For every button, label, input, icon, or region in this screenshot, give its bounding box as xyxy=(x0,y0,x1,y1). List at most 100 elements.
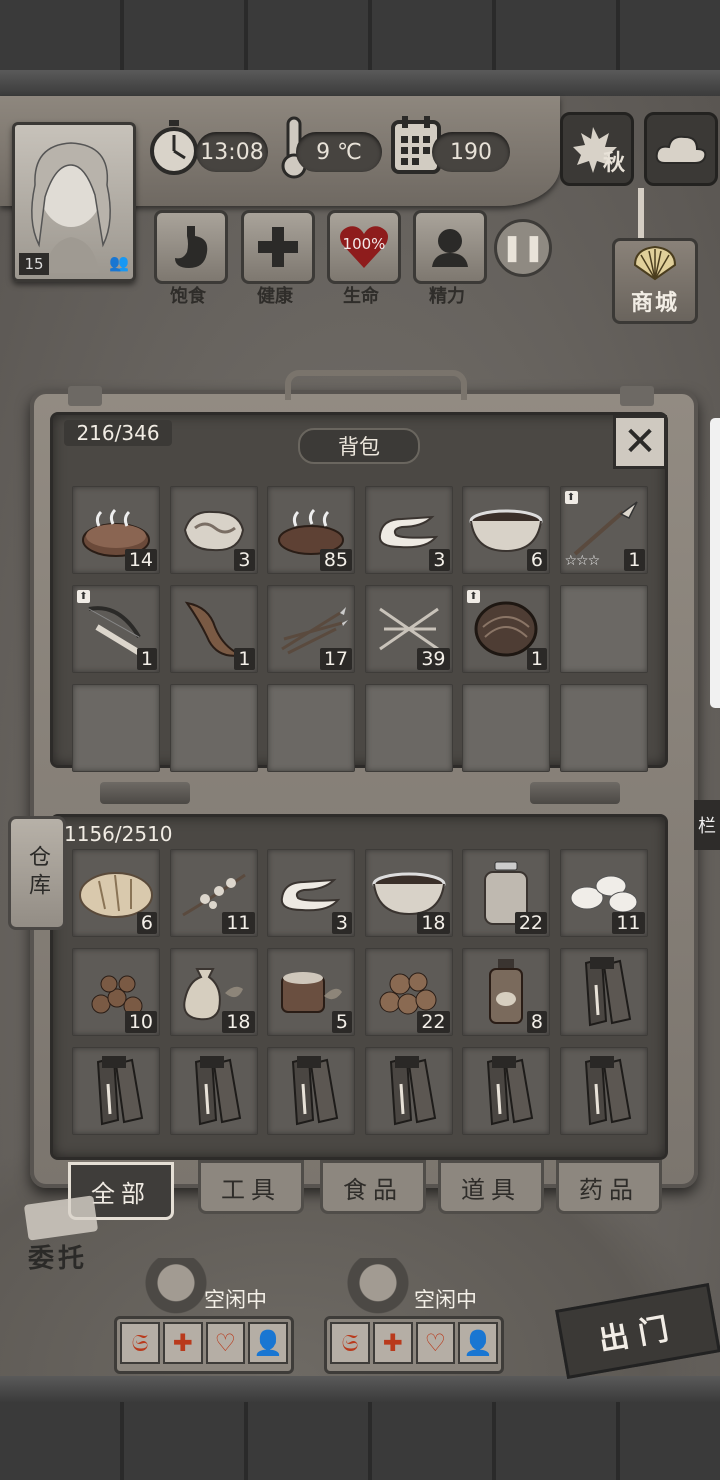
item-quantity: 11 xyxy=(612,912,645,934)
life-button[interactable]: 100% xyxy=(327,210,401,284)
health-label: 健康 xyxy=(257,286,293,307)
item-quantity: 17 xyxy=(319,648,352,670)
season-label: 秋 xyxy=(602,151,625,176)
backpack-slot[interactable]: 85 xyxy=(267,486,355,574)
commission-label[interactable]: 委托 xyxy=(28,1238,88,1275)
item-quantity: 18 xyxy=(222,1011,255,1033)
storage-tab-label: 仓库 xyxy=(25,845,50,901)
backpack-slot[interactable]: 3 xyxy=(169,486,258,574)
item-quantity: 3 xyxy=(429,549,450,571)
survivor-1-stats[interactable]: 𝔖 ✚ ♡ 👤 xyxy=(114,1316,294,1374)
backpack-capacity: 216/346 xyxy=(64,420,172,446)
storage-slot[interactable] xyxy=(72,1047,160,1135)
top-wood-frame xyxy=(0,0,720,72)
health-button[interactable] xyxy=(241,210,315,284)
storage-slot[interactable]: 5 xyxy=(267,948,355,1036)
storage-slot[interactable] xyxy=(462,1047,550,1135)
upgrade-arrow-icon: ⬆ xyxy=(467,590,480,603)
storage-slot[interactable] xyxy=(267,1047,355,1135)
storage-slot[interactable]: 11 xyxy=(169,849,258,937)
category-tab[interactable]: 道具 xyxy=(438,1160,544,1214)
season-button[interactable]: 秋 xyxy=(560,112,634,186)
shop-button[interactable]: 商城 xyxy=(612,238,698,324)
item-quantity: 22 xyxy=(514,912,547,934)
upgrade-arrow-icon: ⬆ xyxy=(77,590,90,603)
stopwatch-icon xyxy=(148,118,200,176)
storage-slot[interactable] xyxy=(559,1047,648,1135)
life-percent: 100% xyxy=(342,235,386,253)
item-quantity: 85 xyxy=(319,549,352,571)
storage-slot[interactable] xyxy=(169,1047,258,1135)
storage-slot[interactable]: 18 xyxy=(169,948,258,1036)
backpack-slot[interactable]: 39 xyxy=(364,585,453,673)
storage-tab[interactable]: 仓库 xyxy=(8,816,66,930)
item-quantity: 14 xyxy=(124,549,157,571)
scrollbar[interactable] xyxy=(710,418,720,708)
backpack-slot[interactable]: 17 xyxy=(267,585,355,673)
survivor-2-status: 空闲中 xyxy=(414,1288,477,1312)
time-display: 13:08 xyxy=(196,132,268,172)
item-quantity: 1 xyxy=(526,648,547,670)
item-quantity: 6 xyxy=(526,549,547,571)
item-quantity: 39 xyxy=(417,648,450,670)
energy-label: 精力 xyxy=(429,286,465,307)
backpack-slot[interactable]: 14 xyxy=(72,486,160,574)
storage-slot[interactable] xyxy=(559,948,648,1036)
item-quantity: 10 xyxy=(124,1011,157,1033)
survivor-2-stats[interactable]: 𝔖 ✚ ♡ 👤 xyxy=(324,1316,504,1374)
storage-slot[interactable]: 3 xyxy=(267,849,355,937)
backpack-slot[interactable] xyxy=(267,684,355,772)
backpack-slot[interactable]: ⬆ ☆☆☆ 1 xyxy=(559,486,648,574)
backpack-slot[interactable]: ⬆ 1 xyxy=(72,585,160,673)
survivor-1-portrait[interactable] xyxy=(144,1258,208,1320)
hunger-button[interactable] xyxy=(154,210,228,284)
survivor-2-heart-icon: ♡ xyxy=(415,1322,456,1364)
survivor-1-person-icon: 👤 xyxy=(248,1322,288,1364)
player-portrait[interactable]: 15 👥 xyxy=(12,122,136,282)
backpack-slot[interactable] xyxy=(364,684,453,772)
pause-button[interactable]: ❚❚ xyxy=(494,219,552,277)
survivor-2-person-icon: 👤 xyxy=(458,1322,498,1364)
item-quantity: 8 xyxy=(526,1011,547,1033)
category-tab[interactable]: 工具 xyxy=(198,1160,304,1214)
case-clasp-right xyxy=(620,386,654,406)
survivor-2-cross-icon: ✚ xyxy=(372,1322,413,1364)
person-icon xyxy=(432,229,468,267)
survivor-2-stomach-icon: 𝔖 xyxy=(330,1322,370,1364)
hinge-right xyxy=(530,782,620,804)
backpack-slot[interactable] xyxy=(169,684,258,772)
weather-button[interactable] xyxy=(644,112,718,186)
storage-slot[interactable]: 22 xyxy=(462,849,550,937)
backpack-slot[interactable]: ⬆ 1 xyxy=(462,585,550,673)
item-quantity: 18 xyxy=(417,912,450,934)
life-label: 生命 xyxy=(343,286,379,307)
backpack-slot[interactable] xyxy=(72,684,160,772)
storage-slot[interactable]: 11 xyxy=(559,849,648,937)
backpack-slot[interactable]: 1 xyxy=(169,585,258,673)
storage-slot[interactable]: 8 xyxy=(462,948,550,1036)
item-quantity: 11 xyxy=(222,912,255,934)
shop-label: 商城 xyxy=(630,291,679,316)
player-avatar xyxy=(31,142,111,273)
storage-slot[interactable]: 18 xyxy=(364,849,453,937)
close-button[interactable]: ✕ xyxy=(613,415,667,469)
close-icon: ✕ xyxy=(623,419,657,465)
survivor-2-portrait[interactable] xyxy=(346,1258,410,1320)
backpack-slot[interactable]: 6 xyxy=(462,486,550,574)
survivor-1-stomach-icon: 𝔖 xyxy=(120,1322,160,1364)
storage-slot[interactable]: 6 xyxy=(72,849,160,937)
storage-slot[interactable]: 22 xyxy=(364,948,453,1036)
storage-slot[interactable] xyxy=(364,1047,453,1135)
backpack-slot[interactable]: 3 xyxy=(364,486,453,574)
side-tag[interactable]: 栏 xyxy=(694,800,720,850)
item-quantity: 1 xyxy=(136,648,157,670)
cloud-icon xyxy=(655,135,707,164)
backpack-slot[interactable] xyxy=(559,585,648,673)
category-tab[interactable]: 食品 xyxy=(320,1160,426,1214)
energy-button[interactable] xyxy=(413,210,487,284)
backpack-slot[interactable] xyxy=(462,684,550,772)
group-icon: 👥 xyxy=(109,253,129,272)
category-tab[interactable]: 药品 xyxy=(556,1160,662,1214)
backpack-slot[interactable] xyxy=(559,684,648,772)
storage-slot[interactable]: 10 xyxy=(72,948,160,1036)
